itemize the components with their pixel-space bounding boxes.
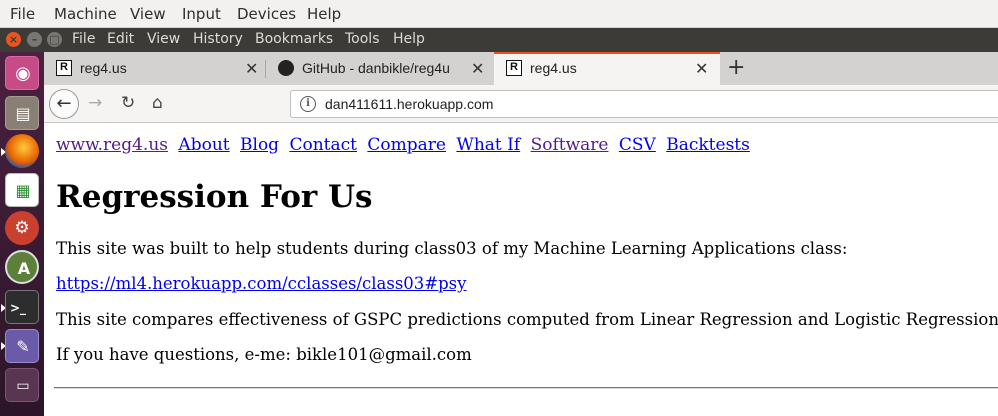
workspace-icon[interactable]: ▭ bbox=[5, 368, 39, 402]
vm-menubar: File Machine View Input Devices Help bbox=[0, 0, 998, 28]
files-icon[interactable]: ▤ bbox=[5, 96, 39, 130]
vm-menu-file[interactable]: File bbox=[10, 5, 35, 23]
url-text[interactable]: dan411611.herokuapp.com bbox=[325, 96, 493, 112]
nav-link-software[interactable]: Software bbox=[531, 135, 609, 155]
vm-menu-input[interactable]: Input bbox=[182, 5, 221, 23]
intro-paragraph: This site was built to help students dur… bbox=[56, 239, 848, 258]
url-bar[interactable]: i dan411611.herokuapp.com bbox=[290, 90, 998, 118]
home-icon[interactable]: ⌂ bbox=[152, 93, 163, 113]
back-arrow-icon: ← bbox=[56, 93, 72, 114]
close-icon: × bbox=[8, 33, 19, 46]
vm-menu-view[interactable]: View bbox=[130, 5, 166, 23]
window-maximize-button[interactable]: □ bbox=[47, 32, 62, 47]
tab-title: reg4.us bbox=[530, 60, 577, 76]
ff-menu-help[interactable]: Help bbox=[393, 31, 425, 47]
class-link-paragraph: https://ml4.herokuapp.com/cclasses/class… bbox=[56, 274, 466, 293]
new-tab-button[interactable]: + bbox=[727, 55, 745, 80]
tab-title: GitHub - danbikle/reg4u bbox=[302, 60, 450, 76]
vm-menu-devices[interactable]: Devices bbox=[237, 5, 296, 23]
divider bbox=[54, 387, 998, 389]
ubuntu-dash-icon[interactable]: ◉ bbox=[5, 56, 39, 90]
unity-launcher: ◉ ▤ ▦ ⚙ A >_ ✎ ▭ bbox=[0, 52, 44, 416]
ff-menu-bookmarks[interactable]: Bookmarks bbox=[255, 31, 333, 47]
nav-link-what-if[interactable]: What If bbox=[456, 135, 520, 155]
ff-menu-tools[interactable]: Tools bbox=[345, 31, 380, 47]
window-close-button[interactable]: × bbox=[6, 32, 21, 47]
reload-icon[interactable]: ↻ bbox=[121, 93, 135, 113]
tab-reg4-1[interactable]: R reg4.us ✕ bbox=[44, 52, 265, 85]
reg4-favicon-icon: R bbox=[56, 60, 72, 76]
text-editor-icon[interactable]: ✎ bbox=[5, 329, 39, 363]
maximize-icon: □ bbox=[49, 33, 60, 46]
firefox-icon[interactable] bbox=[5, 134, 39, 168]
compare-paragraph: This site compares effectiveness of GSPC… bbox=[56, 310, 998, 329]
tab-close-icon[interactable]: ✕ bbox=[471, 59, 484, 78]
spreadsheet-icon[interactable]: ▦ bbox=[5, 173, 39, 207]
nav-link-compare[interactable]: Compare bbox=[367, 135, 446, 155]
site-info-icon[interactable]: i bbox=[300, 96, 316, 112]
ff-menu-file[interactable]: File bbox=[72, 31, 95, 47]
forward-arrow-icon[interactable]: → bbox=[88, 93, 102, 113]
github-favicon-icon bbox=[278, 60, 294, 76]
tab-title: reg4.us bbox=[80, 60, 127, 76]
window-minimize-button[interactable]: – bbox=[27, 32, 42, 47]
class03-link[interactable]: https://ml4.herokuapp.com/cclasses/class… bbox=[56, 274, 466, 293]
software-updater-icon[interactable]: A bbox=[5, 250, 39, 284]
tab-bar: R reg4.us ✕ GitHub - danbikle/reg4u ✕ R … bbox=[44, 52, 998, 85]
tab-github[interactable]: GitHub - danbikle/reg4u ✕ bbox=[266, 52, 494, 85]
nav-link-home[interactable]: www.reg4.us bbox=[56, 135, 168, 155]
nav-link-about[interactable]: About bbox=[178, 135, 229, 155]
vm-menu-machine[interactable]: Machine bbox=[54, 5, 117, 23]
back-button[interactable]: ← bbox=[49, 89, 79, 119]
nav-link-csv[interactable]: CSV bbox=[619, 135, 656, 155]
minimize-icon: – bbox=[31, 33, 38, 46]
reg4-favicon-icon: R bbox=[506, 60, 522, 76]
ff-menu-edit[interactable]: Edit bbox=[107, 31, 134, 47]
nav-link-contact[interactable]: Contact bbox=[289, 135, 357, 155]
tab-close-icon[interactable]: ✕ bbox=[245, 59, 258, 78]
nav-link-blog[interactable]: Blog bbox=[240, 135, 279, 155]
contact-paragraph: If you have questions, e-me: bikle101@gm… bbox=[56, 345, 472, 364]
ff-menu-view[interactable]: View bbox=[147, 31, 180, 47]
tab-reg4-active[interactable]: R reg4.us ✕ bbox=[494, 52, 720, 85]
navigation-bar: ← → ↻ ⌂ i dan411611.herokuapp.com bbox=[44, 85, 998, 123]
page-title: Regression For Us bbox=[56, 179, 373, 215]
nav-link-backtests[interactable]: Backtests bbox=[666, 135, 750, 155]
page-content: www.reg4.us About Blog Contact Compare W… bbox=[44, 123, 998, 416]
site-nav: www.reg4.us About Blog Contact Compare W… bbox=[56, 135, 755, 155]
settings-icon[interactable]: ⚙ bbox=[5, 211, 39, 245]
tab-close-icon[interactable]: ✕ bbox=[695, 59, 708, 78]
vm-menu-help[interactable]: Help bbox=[307, 5, 341, 23]
firefox-menubar: × – □ File Edit View History Bookmarks T… bbox=[0, 28, 998, 52]
ff-menu-history[interactable]: History bbox=[193, 31, 243, 47]
terminal-icon[interactable]: >_ bbox=[5, 290, 39, 324]
